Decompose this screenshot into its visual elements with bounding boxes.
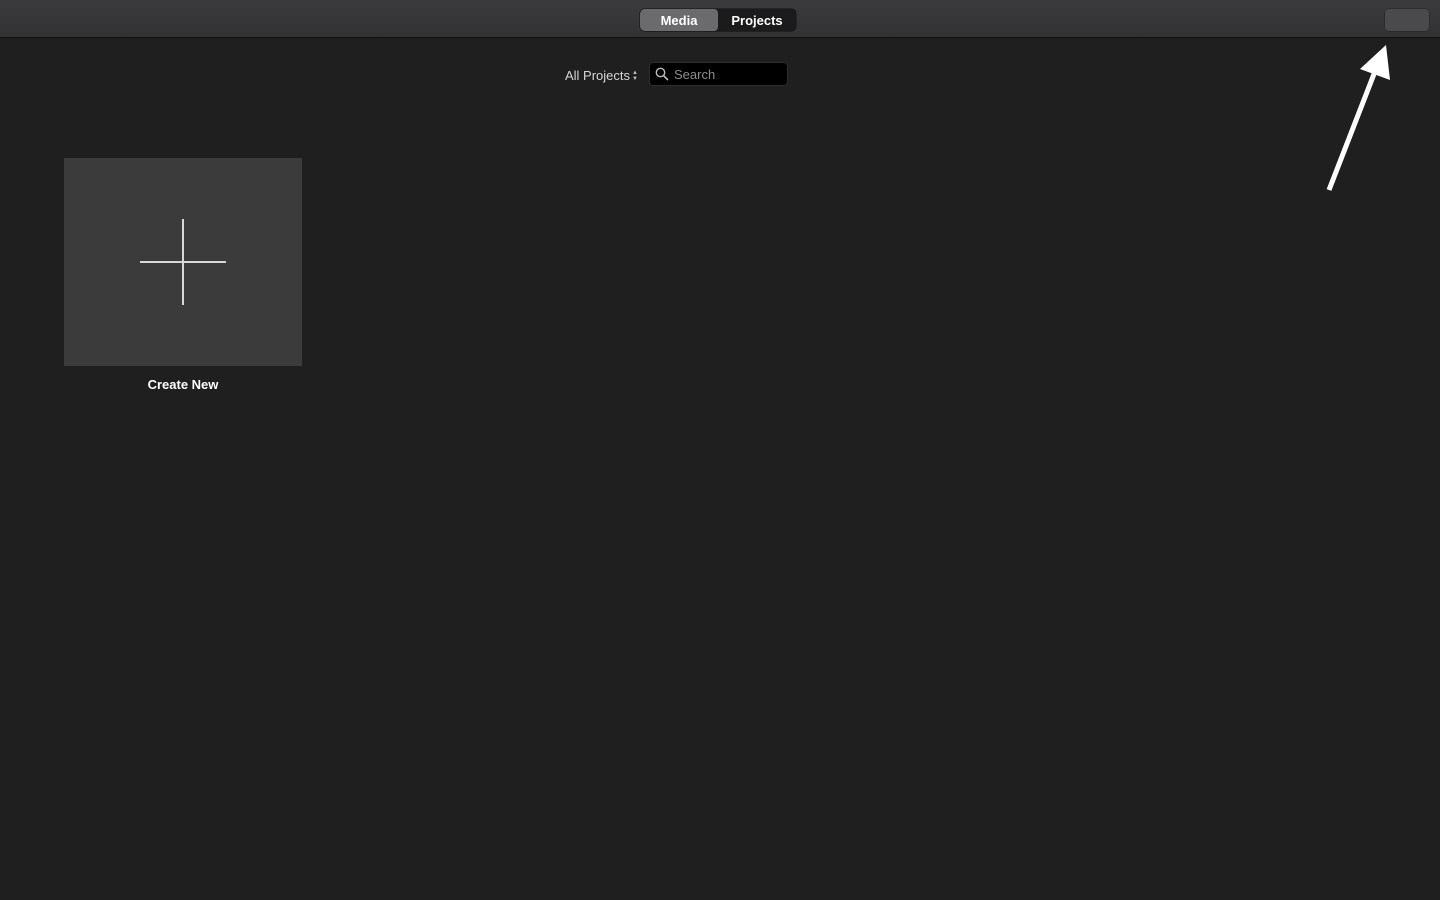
scope-popup[interactable]: All Projects ▲ ▼ [565, 68, 638, 83]
tab-media[interactable]: Media [640, 9, 718, 31]
search-input[interactable] [674, 66, 774, 82]
search-field[interactable] [650, 63, 787, 85]
create-new-tile[interactable] [64, 158, 302, 366]
create-new-label: Create New [147, 377, 219, 392]
tab-projects[interactable]: Projects [718, 9, 796, 31]
scope-popup-label: All Projects [565, 68, 631, 83]
search-icon [655, 67, 669, 81]
toolbar-corner-button[interactable] [1385, 9, 1429, 31]
toolbar: Media Projects [0, 0, 1440, 38]
updown-chevron-icon: ▲ ▼ [632, 69, 638, 82]
view-switcher: Media Projects [640, 9, 796, 31]
annotation-arrow-icon [1326, 45, 1390, 191]
filter-bar: All Projects ▲ ▼ [565, 62, 787, 86]
